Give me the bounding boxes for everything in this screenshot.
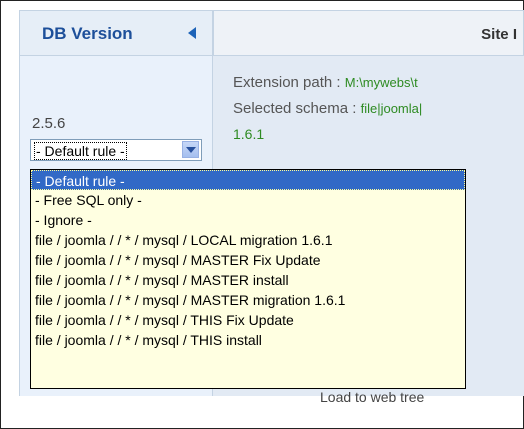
dropdown-option-master-fix-update[interactable]: file / joomla / / * / mysql / MASTER Fix… — [31, 250, 465, 270]
dropdown-option-master-migration[interactable]: file / joomla / / * / mysql / MASTER mig… — [31, 290, 465, 310]
extension-path-label: Extension path : — [233, 74, 345, 91]
db-version-header-label: DB Version — [42, 24, 133, 43]
dropdown-option-this-fix-update[interactable]: file / joomla / / * / mysql / THIS Fix U… — [31, 310, 465, 330]
rule-select-value: - Default rule - — [34, 142, 127, 160]
db-version-value: 2.5.6 — [32, 115, 66, 132]
selected-schema-value: file|joomla| — [360, 101, 423, 116]
extension-path-value: M:\mywebs\t — [344, 75, 418, 90]
column-header-site[interactable]: Site I — [213, 10, 524, 56]
extension-path-line: Extension path : M:\mywebs\t — [233, 74, 418, 91]
dropdown-option-ignore[interactable]: - Ignore - — [31, 210, 465, 230]
schema-version: 1.6.1 — [233, 126, 265, 142]
rule-dropdown-list[interactable]: - Default rule - - Free SQL only - - Ign… — [30, 169, 466, 389]
site-header-label: Site I — [481, 26, 517, 43]
dropdown-arrow-icon[interactable] — [182, 141, 199, 158]
dropdown-option-local-migration[interactable]: file / joomla / / * / mysql / LOCAL migr… — [31, 230, 465, 250]
dropdown-option-default-rule[interactable]: - Default rule - — [31, 170, 465, 190]
dropdown-option-master-install[interactable]: file / joomla / / * / mysql / MASTER ins… — [31, 270, 465, 290]
dropdown-option-this-install[interactable]: file / joomla / / * / mysql / THIS insta… — [31, 330, 465, 350]
selected-schema-line: Selected schema : file|joomla| — [233, 100, 422, 117]
sort-arrow-icon[interactable] — [188, 27, 196, 39]
load-to-web-tree-text: Load to web tree — [320, 389, 425, 405]
dropdown-option-free-sql-only[interactable]: - Free SQL only - — [31, 190, 465, 210]
rule-select[interactable]: - Default rule - — [30, 139, 202, 161]
selected-schema-label: Selected schema : — [233, 100, 361, 117]
column-header-db-version[interactable]: DB Version — [19, 10, 213, 56]
